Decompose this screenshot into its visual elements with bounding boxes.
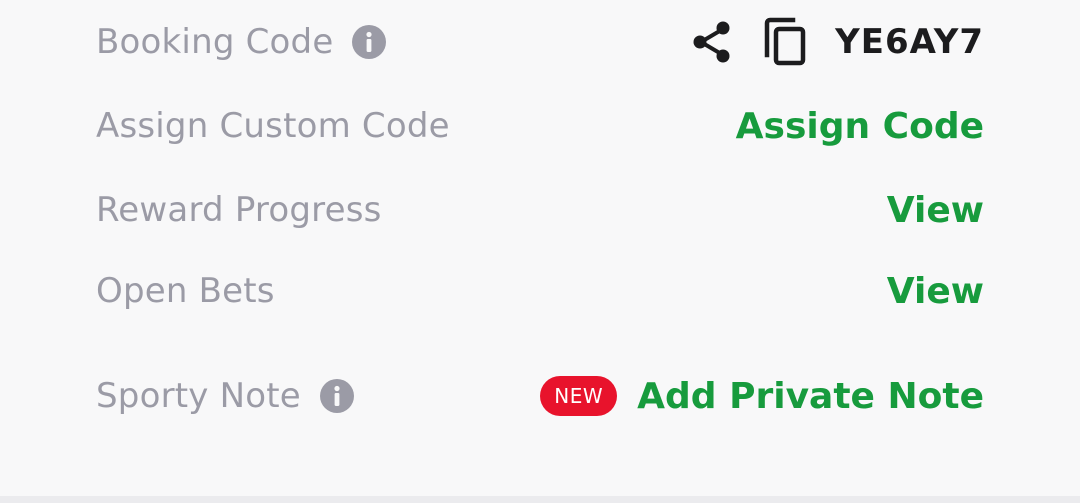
sporty-note-row: Sporty Note NEW Add Private Note [96, 366, 984, 426]
custom-code-left: Assign Custom Code [96, 106, 450, 146]
booking-code-value[interactable]: YE6AY7 [835, 22, 984, 62]
open-bets-left: Open Bets [96, 271, 275, 311]
reward-progress-row: Reward Progress View [96, 180, 984, 240]
reward-progress-left: Reward Progress [96, 190, 382, 230]
copy-icon[interactable] [761, 17, 811, 67]
booking-code-label: Booking Code [96, 22, 334, 62]
open-bets-row: Open Bets View [96, 261, 984, 321]
sporty-note-left: Sporty Note [96, 376, 355, 416]
add-private-note-link[interactable]: Add Private Note [637, 376, 984, 417]
assign-code-link[interactable]: Assign Code [736, 106, 984, 147]
reward-progress-view-link[interactable]: View [887, 190, 984, 231]
open-bets-label: Open Bets [96, 271, 275, 311]
info-icon[interactable] [351, 24, 387, 60]
reward-progress-label: Reward Progress [96, 190, 382, 230]
booking-code-left: Booking Code [96, 22, 387, 62]
sporty-note-label: Sporty Note [96, 376, 301, 416]
bet-details-panel: Booking Code YE6AY7 Assign Custom Code A… [0, 0, 1080, 496]
custom-code-row: Assign Custom Code Assign Code [96, 96, 984, 156]
custom-code-label: Assign Custom Code [96, 106, 450, 146]
new-badge: NEW [540, 376, 618, 416]
custom-code-right: Assign Code [736, 106, 984, 147]
booking-code-right: YE6AY7 [689, 17, 984, 67]
open-bets-view-link[interactable]: View [887, 271, 984, 312]
sporty-note-right: NEW Add Private Note [540, 376, 984, 417]
share-icon[interactable] [689, 19, 735, 65]
bottom-divider [0, 496, 1080, 503]
open-bets-right: View [887, 271, 984, 312]
booking-code-row: Booking Code YE6AY7 [96, 12, 984, 72]
reward-progress-right: View [887, 190, 984, 231]
info-icon[interactable] [319, 378, 355, 414]
